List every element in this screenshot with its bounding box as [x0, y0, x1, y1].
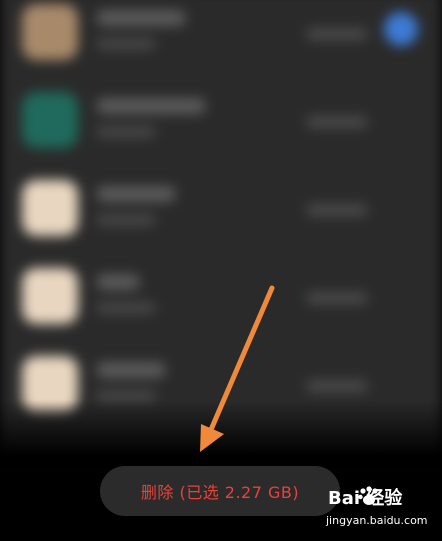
app-icon: [22, 180, 78, 236]
watermark-url: jingyan.baidu.com: [326, 514, 428, 527]
app-subtitle-blurred: [96, 302, 156, 314]
app-title-blurred: [96, 186, 176, 202]
app-size-blurred: [306, 116, 368, 128]
delete-button-label: 删除 (已选 2.27 GB): [140, 483, 300, 502]
list-item[interactable]: [0, 78, 442, 168]
app-size-blurred: [306, 204, 368, 216]
app-title-blurred: [96, 10, 186, 26]
app-size-blurred: [306, 28, 368, 40]
app-size-blurred: [306, 292, 368, 304]
list-item[interactable]: [0, 254, 442, 344]
list-item[interactable]: [0, 0, 442, 80]
app-list: [0, 0, 442, 460]
delete-button[interactable]: 删除 (已选 2.27 GB): [100, 466, 340, 516]
app-size-blurred: [306, 380, 368, 392]
list-item[interactable]: [0, 166, 442, 256]
app-icon: [22, 4, 78, 60]
baidu-paw-icon: [358, 486, 378, 505]
app-subtitle-blurred: [96, 126, 156, 138]
app-title-blurred: [96, 362, 166, 378]
app-icon: [22, 268, 78, 324]
app-subtitle-blurred: [96, 214, 156, 226]
app-subtitle-blurred: [96, 38, 156, 50]
app-title-blurred: [96, 274, 140, 290]
app-icon: [22, 92, 78, 148]
list-fade-overlay: [0, 400, 442, 470]
selected-checkbox-icon[interactable]: [384, 12, 418, 46]
screen: 删除 (已选 2.27 GB) Bai 经验 jingyan.baidu.com: [0, 0, 442, 541]
baidu-watermark: Bai 经验 jingyan.baidu.com: [320, 480, 442, 541]
app-title-blurred: [96, 98, 206, 114]
